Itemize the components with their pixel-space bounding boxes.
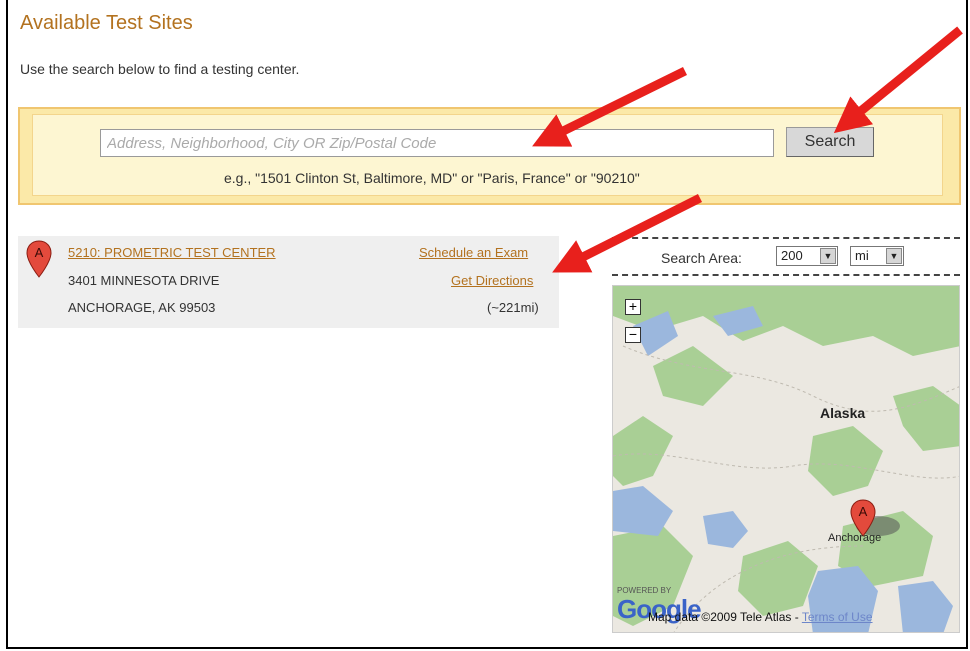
map-data-credit: Map data ©2009 Tele Atlas - Terms of Use — [648, 610, 873, 624]
divider-top — [612, 237, 960, 239]
zoom-out-button[interactable]: − — [625, 327, 641, 343]
result-address-line2: ANCHORAGE, AK 99503 — [68, 300, 216, 315]
terms-of-use-link[interactable]: Terms of Use — [802, 610, 873, 624]
page-intro: Use the search below to find a testing c… — [20, 61, 300, 77]
radius-value: 200 — [781, 248, 803, 263]
map-terrain — [613, 286, 959, 632]
unit-select[interactable]: mi ▼ — [850, 246, 904, 266]
map-marker-letter: A — [859, 504, 868, 519]
search-button[interactable]: Search — [786, 127, 874, 157]
search-example: e.g., "1501 Clinton St, Baltimore, MD" o… — [224, 170, 640, 186]
map-view[interactable]: + − Alaska A Anchorage POWERED BY Google… — [612, 285, 960, 633]
radius-select[interactable]: 200 ▼ — [776, 246, 838, 266]
marker-pin-icon[interactable]: A — [26, 240, 52, 278]
map-data-text: Map data ©2009 Tele Atlas - — [648, 610, 802, 624]
search-input[interactable] — [100, 129, 774, 157]
chevron-down-icon: ▼ — [820, 248, 836, 264]
divider-bottom — [612, 274, 960, 276]
marker-letter: A — [35, 245, 44, 260]
page-title: Available Test Sites — [20, 12, 193, 34]
map-city-label: Anchorage — [828, 532, 882, 544]
unit-value: mi — [855, 248, 869, 263]
result-name-link[interactable]: 5210: PROMETRIC TEST CENTER — [68, 245, 276, 260]
result-address-line1: 3401 MINNESOTA DRIVE — [68, 273, 220, 288]
chevron-down-icon: ▼ — [886, 248, 902, 264]
map-region-label: Alaska — [820, 405, 866, 421]
schedule-exam-link[interactable]: Schedule an Exam — [419, 245, 528, 260]
get-directions-link[interactable]: Get Directions — [451, 273, 533, 288]
zoom-in-button[interactable]: + — [625, 299, 641, 315]
result-distance: (~221mi) — [487, 300, 539, 315]
search-area-label: Search Area: — [661, 250, 742, 266]
